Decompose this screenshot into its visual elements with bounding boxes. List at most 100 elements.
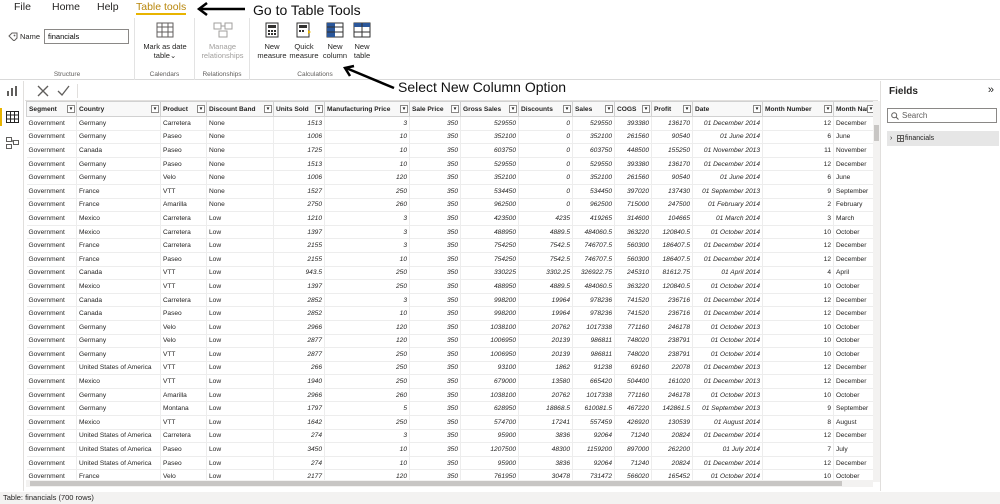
table-cell[interactable]: 986811 [572, 334, 615, 349]
table-cell[interactable]: 10 [324, 252, 410, 267]
table-cell[interactable]: 10 [762, 347, 834, 362]
table-cell[interactable]: Government [26, 456, 77, 471]
table-cell[interactable]: 12 [762, 157, 834, 172]
table-cell[interactable]: Government [26, 279, 77, 294]
table-cell[interactable]: Paseo [160, 157, 207, 172]
table-cell[interactable]: 754250 [460, 252, 519, 267]
table-cell[interactable]: 350 [409, 401, 461, 417]
table-cell[interactable]: 10 [324, 442, 410, 457]
table-cell[interactable]: 350 [409, 293, 461, 308]
table-cell[interactable]: 423500 [460, 211, 519, 226]
table-cell[interactable]: 3 [324, 211, 410, 226]
column-dropdown-icon[interactable]: ▾ [683, 105, 691, 113]
table-cell[interactable]: 6 [762, 130, 834, 145]
table-cell[interactable]: 467220 [614, 401, 652, 417]
column-header[interactable]: Units Sold ▾ [273, 101, 325, 117]
table-cell[interactable]: 741520 [614, 306, 652, 321]
table-cell[interactable]: Low [206, 266, 274, 281]
table-cell[interactable]: Government [26, 334, 77, 349]
table-cell[interactable]: November [833, 143, 876, 158]
table-cell[interactable]: 12 [762, 306, 834, 321]
table-cell[interactable]: Government [26, 225, 77, 240]
table-cell[interactable]: 01 August 2014 [692, 415, 763, 430]
table-cell[interactable]: Low [206, 401, 274, 417]
table-cell[interactable]: Germany [76, 320, 161, 335]
table-cell[interactable]: 350 [409, 374, 461, 389]
table-cell[interactable]: 01 December 2014 [692, 293, 763, 308]
table-cell[interactable]: 962500 [460, 198, 519, 213]
table-cell[interactable]: 01 December 2013 [692, 374, 763, 389]
formula-input[interactable] [77, 84, 875, 98]
collapse-pane-icon[interactable]: » [988, 84, 994, 96]
table-cell[interactable]: Paseo [160, 130, 207, 145]
table-cell[interactable]: 534450 [460, 184, 519, 199]
table-cell[interactable]: None [206, 170, 274, 185]
column-header[interactable]: Manufacturing Price ▾ [324, 101, 410, 117]
table-cell[interactable]: 93100 [460, 361, 519, 376]
table-cell[interactable]: 01 December 2013 [692, 361, 763, 376]
table-cell[interactable]: 01 February 2014 [692, 198, 763, 213]
table-cell[interactable]: 12 [762, 293, 834, 308]
new-measure-button[interactable]: New measure [254, 22, 290, 60]
table-cell[interactable]: VTT [160, 279, 207, 294]
table-cell[interactable]: Amarilla [160, 388, 207, 403]
column-dropdown-icon[interactable]: ▾ [642, 105, 650, 113]
menu-home[interactable]: Home [52, 1, 80, 13]
table-cell[interactable]: April [833, 266, 876, 281]
table-cell[interactable]: 12 [762, 429, 834, 444]
table-cell[interactable]: 95900 [460, 429, 519, 444]
table-cell[interactable]: Canada [76, 293, 161, 308]
table-cell[interactable]: 10 [324, 456, 410, 471]
table-cell[interactable]: 1642 [273, 415, 325, 430]
table-cell[interactable]: 529550 [460, 116, 519, 131]
table-cell[interactable]: October [833, 279, 876, 294]
table-row[interactable]: Government Germany Velo None 1006 120 350 35210… [26, 170, 876, 185]
table-cell[interactable]: 12 [762, 116, 834, 131]
table-cell[interactable]: Government [26, 184, 77, 199]
table-cell[interactable]: 529550 [572, 157, 615, 172]
table-cell[interactable]: 250 [324, 266, 410, 281]
table-cell[interactable]: 484060.5 [572, 279, 615, 294]
table-cell[interactable]: Germany [76, 170, 161, 185]
table-cell[interactable]: 3 [324, 225, 410, 240]
table-cell[interactable]: None [206, 143, 274, 158]
table-cell[interactable]: Government [26, 116, 77, 131]
table-cell[interactable]: 557459 [572, 415, 615, 430]
table-cell[interactable]: 12 [762, 456, 834, 471]
table-cell[interactable]: None [206, 130, 274, 145]
table-cell[interactable]: 10 [762, 320, 834, 335]
table-cell[interactable]: 628950 [460, 401, 519, 417]
table-cell[interactable]: 978236 [572, 293, 615, 308]
table-name-input[interactable] [44, 29, 129, 44]
table-row[interactable]: Government Germany Velo Low 2877 120 350 100695… [26, 334, 876, 349]
table-cell[interactable]: 10 [762, 225, 834, 240]
table-cell[interactable]: 4 [762, 266, 834, 281]
table-cell[interactable]: Government [26, 347, 77, 362]
table-cell[interactable]: 488950 [460, 225, 519, 240]
table-cell[interactable]: 3 [324, 429, 410, 444]
table-cell[interactable]: 01 December 2014 [692, 238, 763, 253]
table-cell[interactable]: Government [26, 388, 77, 403]
table-cell[interactable]: 238791 [651, 334, 693, 349]
table-cell[interactable]: 665420 [572, 374, 615, 389]
table-cell[interactable]: 426920 [614, 415, 652, 430]
table-cell[interactable]: 488950 [460, 279, 519, 294]
table-cell[interactable]: 448500 [614, 143, 652, 158]
table-cell[interactable]: 10 [762, 388, 834, 403]
table-cell[interactable]: Mexico [76, 225, 161, 240]
table-cell[interactable]: None [206, 157, 274, 172]
new-column-button[interactable]: New column [320, 22, 350, 60]
column-dropdown-icon[interactable]: ▾ [509, 105, 517, 113]
table-cell[interactable]: 350 [409, 442, 461, 457]
table-cell[interactable]: Low [206, 225, 274, 240]
table-cell[interactable]: June [833, 170, 876, 185]
table-cell[interactable]: None [206, 198, 274, 213]
table-cell[interactable]: 986811 [572, 347, 615, 362]
table-cell[interactable]: 350 [409, 361, 461, 376]
column-header[interactable]: Gross Sales ▾ [460, 101, 519, 117]
table-cell[interactable]: 10 [324, 157, 410, 172]
table-cell[interactable]: 10 [324, 143, 410, 158]
column-header[interactable]: Sales ▾ [572, 101, 615, 117]
table-row[interactable]: Government United States of America Carret… [26, 429, 876, 444]
table-cell[interactable]: 715000 [614, 198, 652, 213]
